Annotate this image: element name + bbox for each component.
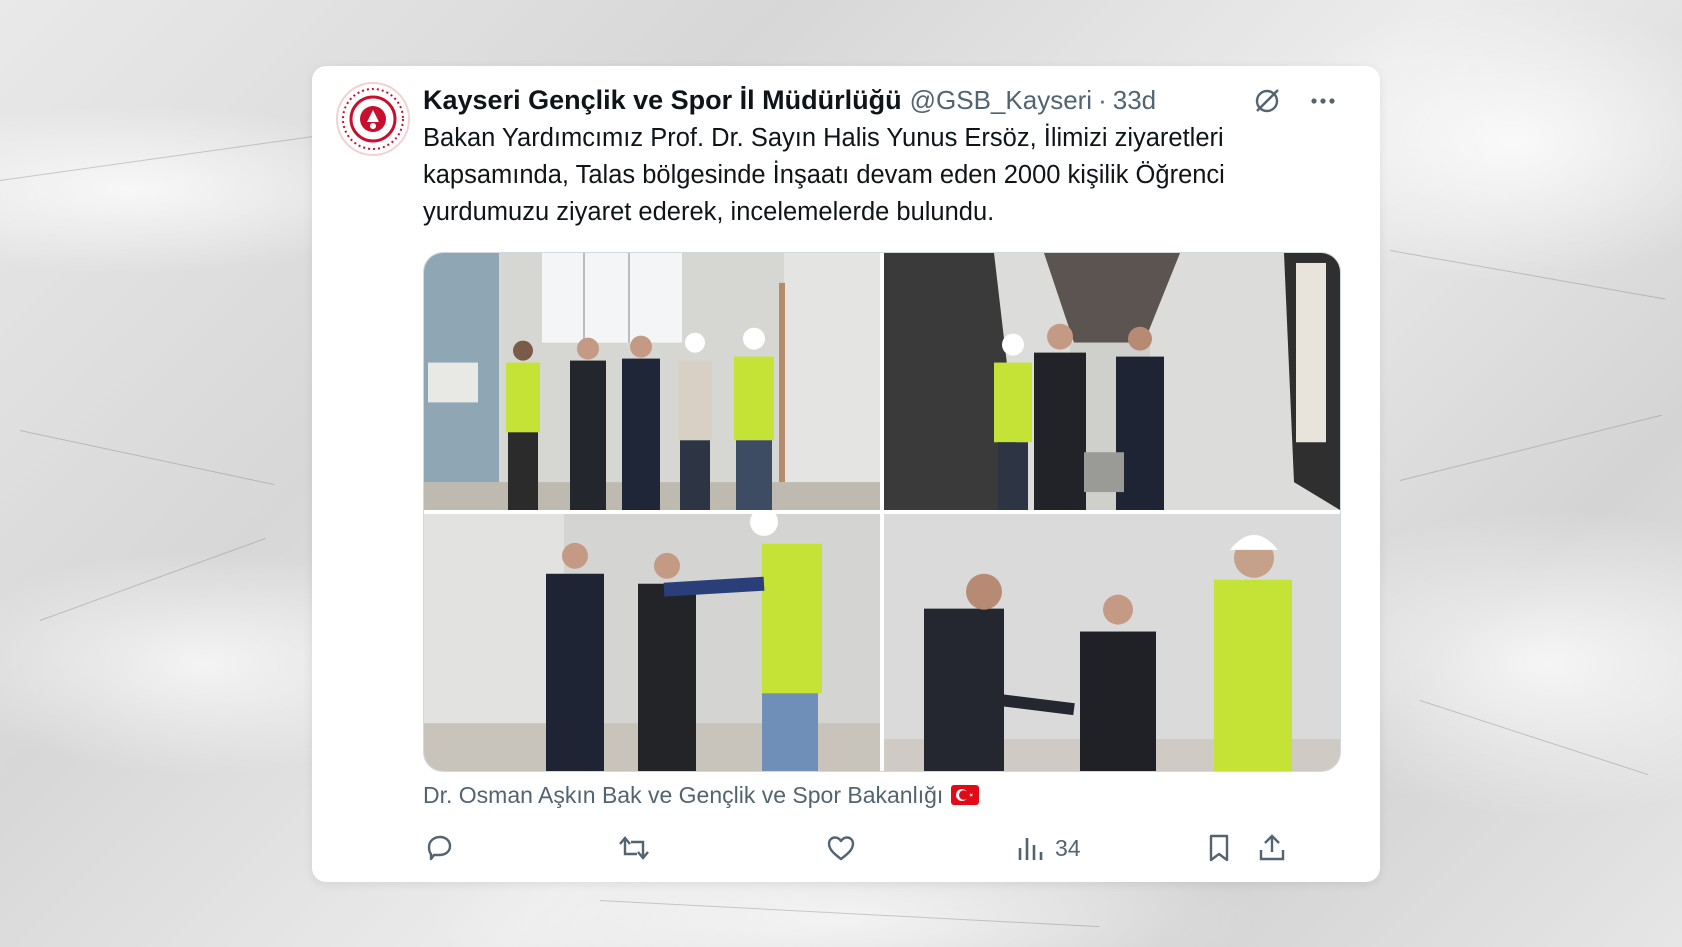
reply-icon — [427, 835, 452, 861]
author-name[interactable]: Kayseri Gençlik ve Spor İl Müdürlüğü — [423, 85, 902, 116]
photo-group-in-hallway[interactable] — [424, 253, 880, 510]
timestamp[interactable]: 33d — [1113, 85, 1156, 116]
bookmark-icon — [1209, 834, 1229, 862]
turkey-flag-icon — [951, 785, 980, 805]
bookmark-button[interactable] — [1205, 823, 1233, 873]
photo-pointing-worker[interactable] — [424, 514, 880, 771]
grok-icon[interactable] — [1252, 86, 1282, 116]
tweet-text: Bakan Yardımcımız Prof. Dr. Sayın Halis … — [423, 124, 1225, 226]
retweet-icon — [619, 836, 649, 860]
separator: · — [1098, 84, 1107, 115]
action-bar: 34 — [423, 823, 1356, 873]
views-button[interactable]: 34 — [1015, 823, 1081, 873]
tweet-header: Kayseri Gençlik ve Spor İl Müdürlüğü @GS… — [423, 80, 1356, 120]
analytics-icon — [1018, 838, 1043, 860]
more-options-icon[interactable] — [1308, 86, 1338, 116]
tagged-users-text[interactable]: Dr. Osman Aşkın Bak ve Gençlik ve Spor B… — [423, 782, 943, 809]
photo-handshake[interactable] — [884, 514, 1340, 771]
tweet-card[interactable]: Kayseri Gençlik ve Spor İl Müdürlüğü @GS… — [312, 66, 1380, 882]
retweet-button[interactable] — [617, 823, 651, 873]
media-grid[interactable] — [423, 252, 1341, 772]
share-icon — [1259, 834, 1285, 861]
tagged-users[interactable]: Dr. Osman Aşkın Bak ve Gençlik ve Spor B… — [423, 778, 980, 812]
like-button[interactable] — [825, 823, 857, 873]
avatar[interactable] — [336, 82, 410, 156]
reply-button[interactable] — [423, 823, 455, 873]
ministry-logo-icon — [342, 88, 404, 150]
heart-icon — [827, 836, 855, 861]
views-count: 34 — [1055, 834, 1081, 861]
share-button[interactable] — [1257, 823, 1287, 873]
author-handle[interactable]: @GSB_Kayseri — [910, 85, 1092, 116]
photo-walking-corridor[interactable] — [884, 253, 1340, 510]
